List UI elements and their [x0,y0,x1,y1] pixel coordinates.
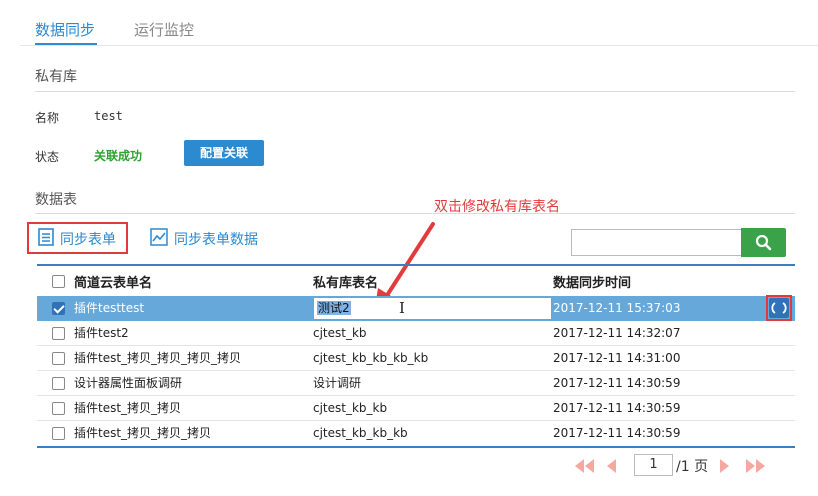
form-name-cell: 插件test_拷贝_拷贝_拷贝_拷贝 [74,351,242,365]
selected-text: 测试2 [317,301,351,315]
table-name-cell: cjtest_kb_kb_kb_kb [313,351,429,365]
form-name-cell: 插件testtest [74,301,145,315]
refresh-button[interactable] [769,298,789,318]
status-value: 关联成功 [94,149,143,163]
tabs-divider [20,45,818,46]
column-header-table-name: 私有库表名 [313,276,379,291]
last-page-button[interactable] [744,455,768,477]
table-name-cell: cjtest_kb [313,326,367,340]
tab-data-sync[interactable]: 数据同步 [35,19,95,40]
search-button[interactable] [741,228,786,257]
form-name-cell: 设计器属性面板调研 [74,376,183,390]
search-input[interactable] [571,229,742,256]
right-arrow-icon [720,459,729,473]
table-row[interactable]: 插件test2 cjtest_kb 2017-12-11 14:32:07 [37,321,795,346]
data-table-title: 数据表 [35,192,77,208]
table-row[interactable]: 插件testtest 测试2 I 2017-12-11 15:37:03 [37,295,795,321]
name-value: test [94,109,123,123]
double-right-arrow-icon [746,459,765,473]
row-checkbox[interactable] [52,402,65,415]
sync-form-button[interactable]: 同步表单 [38,228,116,250]
double-left-arrow-icon [575,459,594,473]
table-name-cell: 设计调研 [313,376,362,390]
sync-time-cell: 2017-12-11 14:30:59 [553,401,681,415]
row-checkbox[interactable] [52,352,65,365]
page-total: /1 页 [676,459,709,475]
sync-time-cell: 2017-12-11 14:32:07 [553,326,681,340]
sync-form-data-button[interactable]: 同步表单数据 [150,228,258,250]
table-row[interactable]: 插件test_拷贝_拷贝_拷贝_拷贝 cjtest_kb_kb_kb_kb 20… [37,346,795,371]
sync-time-cell: 2017-12-11 14:30:59 [553,426,681,440]
sync-form-data-label: 同步表单数据 [174,232,258,248]
text-cursor-icon: I [399,299,405,317]
table-top-border [37,264,795,266]
first-page-button[interactable] [573,455,597,477]
private-lib-divider [35,91,795,92]
next-page-button[interactable] [718,455,732,477]
tab-run-monitor[interactable]: 运行监控 [134,19,194,40]
table-name-cell: cjtest_kb_kb [313,401,388,415]
left-arrow-icon [607,459,616,473]
table-row[interactable]: 插件test_拷贝_拷贝_拷贝 cjtest_kb_kb_kb 2017-12-… [37,421,795,446]
data-table-divider [35,213,795,214]
line-chart-icon [150,228,168,250]
annotation-text: 双击修改私有库表名 [434,199,560,215]
column-header-form-name: 简道云表单名 [74,276,153,291]
prev-page-button[interactable] [604,455,618,477]
table-row[interactable]: 设计器属性面板调研 设计调研 2017-12-11 14:30:59 [37,371,795,396]
table-bottom-border [37,446,795,448]
private-lib-title: 私有库 [35,69,77,85]
form-name-cell: 插件test2 [74,326,129,340]
sync-form-label: 同步表单 [60,232,116,248]
table-row[interactable]: 插件test_拷贝_拷贝 cjtest_kb_kb 2017-12-11 14:… [37,396,795,421]
status-label: 状态 [35,150,60,164]
page-number-input[interactable]: 1 [634,454,673,476]
form-list-icon [38,228,54,250]
name-label: 名称 [35,111,60,125]
row-checkbox[interactable] [52,377,65,390]
sync-time-cell: 2017-12-11 15:37:03 [553,301,681,315]
table-name-cell: cjtest_kb_kb_kb [313,426,408,440]
tab-bar: 数据同步 运行监控 [0,0,818,48]
configure-link-button[interactable]: 配置关联 [184,140,264,166]
row-checkbox[interactable] [52,302,65,315]
refresh-icon [771,302,787,314]
sync-time-cell: 2017-12-11 14:30:59 [553,376,681,390]
row-checkbox[interactable] [52,327,65,340]
search-icon [755,234,772,251]
row-checkbox[interactable] [52,427,65,440]
select-all-checkbox[interactable] [52,275,65,288]
sync-time-cell: 2017-12-11 14:31:00 [553,351,681,365]
form-name-cell: 插件test_拷贝_拷贝_拷贝 [74,426,212,440]
column-header-sync-time: 数据同步时间 [553,276,632,291]
table-name-edit-input[interactable]: 测试2 [313,297,552,320]
form-name-cell: 插件test_拷贝_拷贝 [74,401,182,415]
